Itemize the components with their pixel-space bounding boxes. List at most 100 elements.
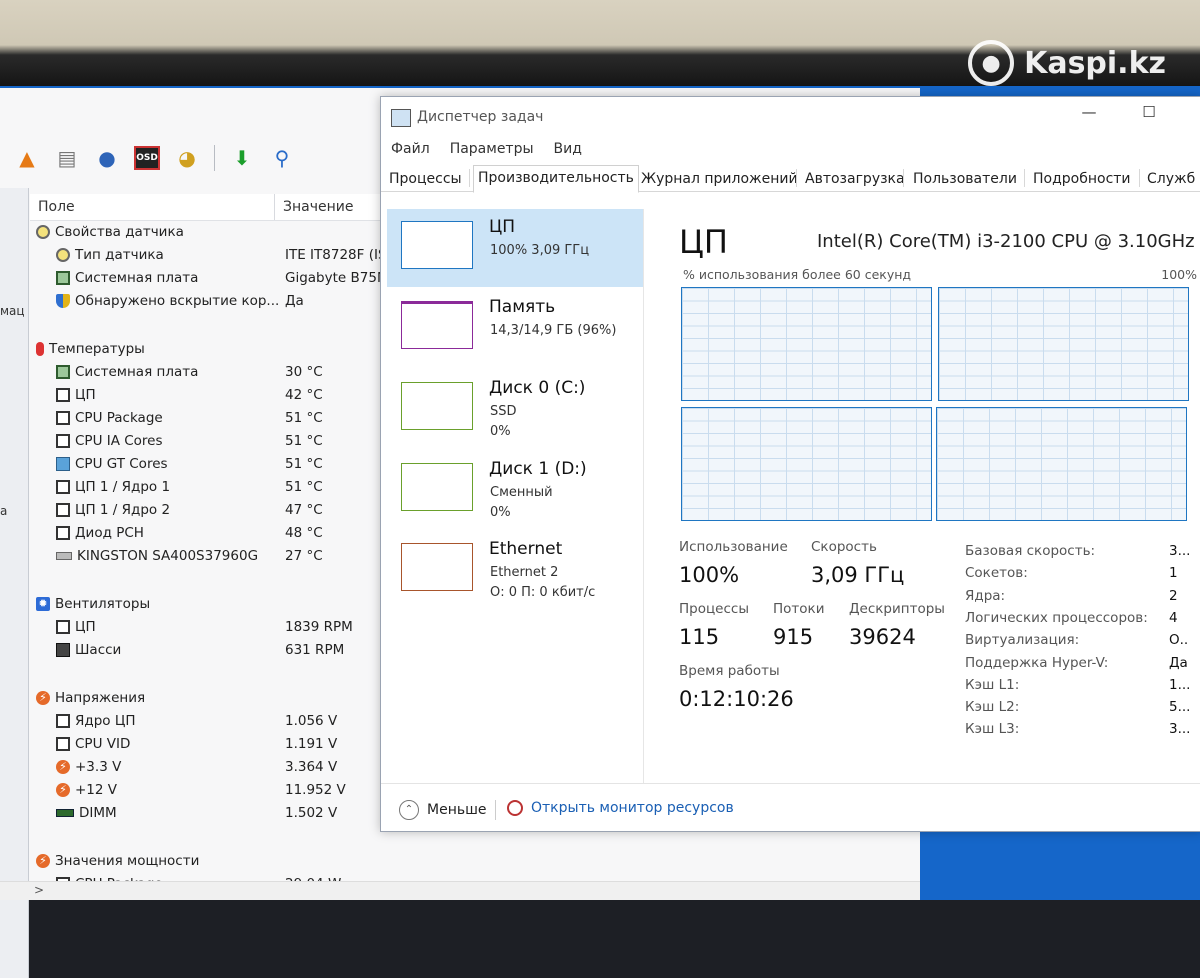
sensor-row[interactable]: Диод PCH 48 °C [56,522,323,544]
user-icon[interactable]: ● [94,145,120,171]
column-header: Поле Значение [30,194,410,221]
tab-details[interactable]: Подробности [1029,167,1135,191]
sensor-name: Системная плата [75,364,199,380]
resource-name: Память [489,297,556,317]
sensor-row[interactable]: Шасси 631 RPM [56,639,344,661]
sensor-row[interactable]: CPU VID 1.191 V [56,733,337,755]
sensor-label: Обнаружено вскрытие кор... [56,293,279,309]
tab-app-history[interactable]: Журнал приложений [637,167,802,191]
sensor-row[interactable]: ЦП 1 / Ядро 1 51 °C [56,476,323,498]
sensor-row[interactable]: ⚡ +12 V 11.952 V [56,779,346,801]
sensor-row[interactable]: KINGSTON SA400S37960G 27 °C [56,545,323,567]
sensor-label: Ядро ЦП [56,713,135,729]
sensor-row[interactable]: Обнаружено вскрытие кор... Да [56,290,304,312]
sensor-name: CPU GT Cores [75,456,168,472]
resource-name: Ethernet [489,539,563,559]
fewer-details-button[interactable]: ⌃ Меньше [399,800,487,820]
resource-sub2: О: 0 П: 0 кбит/с [490,585,596,600]
sensor-value: 11.952 V [285,782,346,798]
spec-value: 4 [1169,609,1178,626]
column-divider[interactable] [274,194,275,220]
section-header[interactable]: Свойства датчика [36,221,184,243]
thermometer-icon [36,342,44,356]
maximize-button[interactable]: ☐ [1129,103,1169,121]
title-bar: Диспетчер задач — ☐ [381,97,1200,139]
open-resource-monitor-link[interactable]: Открыть монитор ресурсов [507,800,734,816]
sensor-row[interactable]: ЦП 1839 RPM [56,616,353,638]
resource-sub: 14,3/14,9 ГБ (96%) [490,323,617,338]
column-value[interactable]: Значение [283,199,353,215]
sensor-name: Диод PCH [75,525,144,541]
tab-services[interactable]: Служб [1143,167,1199,191]
sensor-row[interactable]: Системная плата 30 °C [56,361,323,383]
menu-view[interactable]: Вид [554,141,582,157]
search-icon[interactable]: ⚲ [269,145,295,171]
osd-icon[interactable]: OSD [134,145,160,171]
resource-thumbnail [401,463,473,511]
sensor-row[interactable]: DIMM 1.502 V [56,802,337,824]
sensor-label: ЦП 1 / Ядро 1 [56,479,170,495]
sensor-row[interactable]: CPU IA Cores 51 °C [56,430,323,452]
sensor-row[interactable]: ⚡ +3.3 V 3.364 V [56,756,337,778]
sensor-row[interactable]: ЦП 1 / Ядро 2 47 °C [56,499,323,521]
spec-label: Виртуализация: [965,632,1080,649]
spec-value: 3... [1169,543,1191,559]
nav-fragment[interactable]: мац [0,304,25,318]
sensor-row[interactable]: ЦП 42 °C [56,384,323,406]
tab-performance[interactable]: Производительность [473,165,639,193]
speed-value: 3,09 ГГц [811,563,905,587]
nav-fragment[interactable]: а [0,504,7,518]
section-header[interactable]: ✹ Вентиляторы [36,593,150,615]
sensor-row[interactable]: CPU GT Cores 51 °C [56,453,323,475]
minimize-button[interactable]: — [1069,103,1109,121]
flame-icon[interactable]: ▲ [14,145,40,171]
spec-label: Сокетов: [965,565,1028,582]
sensor-name: Тип датчика [75,247,164,263]
gauge-toolbar-icon[interactable]: ◕ [174,145,200,171]
calendar-check-icon[interactable]: ▤ [54,145,80,171]
voltage-icon: ⚡ [36,691,50,705]
spec-value: 5... [1169,699,1191,716]
spec-label: Кэш L2: [965,699,1020,716]
menu-file[interactable]: Файл [391,141,430,157]
sensor-value: 30 °C [285,364,323,380]
resource-item[interactable]: Ethernet Ethernet 2 О: 0 П: 0 кбит/с [387,531,643,609]
menu-options[interactable]: Параметры [450,141,534,157]
sensor-name: ЦП [75,619,96,635]
column-field[interactable]: Поле [38,199,75,215]
chip-icon [56,526,70,540]
graph-caption: % использования более 60 секунд [683,267,912,282]
download-arrow-icon[interactable]: ⬇ [229,145,255,171]
resource-item[interactable]: ЦП 100% 3,09 ГГц [387,209,643,287]
resource-item[interactable]: Диск 0 (C:) SSD 0% [387,370,643,448]
sensor-toolbar: ▲ ▤ ● OSD ◕ ⬇ ⚲ [0,138,374,178]
sensor-value: Да [285,293,304,309]
sensor-value: Gigabyte B75M [285,270,389,286]
sensor-row[interactable]: CPU Package 51 °C [56,407,323,429]
sensor-value: 48 °C [285,525,323,541]
tab-startup[interactable]: Автозагрузка [801,167,909,191]
sensor-row[interactable]: Тип датчика ITE IT8728F (ISA [56,244,396,266]
sensor-value: 51 °C [285,410,323,426]
scroll-right-icon[interactable]: > [34,883,44,897]
resource-item[interactable]: Диск 1 (D:) Сменный 0% [387,451,643,529]
section-label: ⚡ Напряжения [36,690,145,706]
section-header[interactable]: ⚡ Напряжения [36,687,145,709]
sensor-value: 51 °C [285,433,323,449]
usage-label: Использование [679,539,788,555]
section-header[interactable]: Температуры [36,338,145,360]
chip-icon [56,620,70,634]
tab-processes[interactable]: Процессы [385,167,466,191]
core-graphs[interactable] [681,287,1199,523]
chip-icon [56,737,70,751]
horizontal-scrollbar[interactable]: > [0,881,920,900]
resource-sub: Ethernet 2 [490,565,559,580]
resource-thumbnail [401,543,473,591]
section-header[interactable]: ⚡ Значения мощности [36,850,199,872]
speed-label: Скорость [811,539,877,555]
sensor-row[interactable]: Системная плата Gigabyte B75M [56,267,389,289]
sensor-value: 631 RPM [285,642,345,658]
tab-users[interactable]: Пользователи [909,167,1021,191]
resource-item[interactable]: Память 14,3/14,9 ГБ (96%) [387,289,643,367]
sensor-row[interactable]: Ядро ЦП 1.056 V [56,710,337,732]
